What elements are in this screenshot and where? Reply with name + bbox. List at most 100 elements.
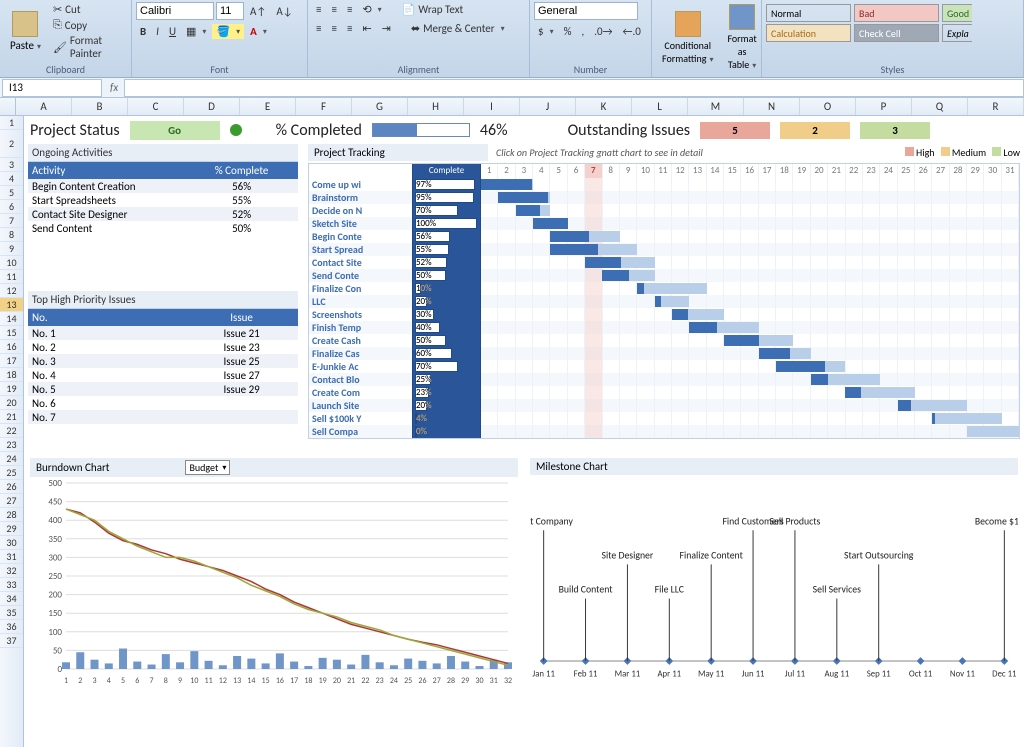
row-header[interactable]: 33 bbox=[0, 578, 23, 592]
row-header[interactable]: 34 bbox=[0, 592, 23, 606]
gantt-chart[interactable]: Complete 1234567891011121314151617181920… bbox=[308, 163, 1020, 439]
orientation-button[interactable]: ⟲ bbox=[358, 2, 385, 17]
col-header[interactable]: M bbox=[688, 98, 744, 115]
row-header[interactable]: 23 bbox=[0, 438, 23, 452]
comma-button[interactable]: , bbox=[577, 24, 588, 39]
col-header[interactable]: N bbox=[744, 98, 800, 115]
col-header[interactable]: L bbox=[632, 98, 688, 115]
shrink-font-button[interactable]: A↓ bbox=[272, 4, 296, 19]
col-header[interactable]: I bbox=[464, 98, 520, 115]
burndown-dropdown[interactable]: Budget bbox=[185, 460, 230, 475]
border-button[interactable]: ▦ bbox=[182, 24, 210, 39]
row-header[interactable]: 20 bbox=[0, 396, 23, 410]
number-format-select[interactable] bbox=[534, 2, 638, 20]
col-header[interactable]: D bbox=[184, 98, 240, 115]
copy-button[interactable]: ⎘Copy bbox=[49, 17, 127, 33]
fx-icon[interactable]: fx bbox=[104, 81, 124, 94]
row-header[interactable]: 22 bbox=[0, 424, 23, 438]
grow-font-button[interactable]: A↑ bbox=[246, 4, 270, 19]
row-header[interactable]: 16 bbox=[0, 340, 23, 354]
col-header[interactable]: H bbox=[408, 98, 464, 115]
inc-indent-button[interactable]: ⇥ bbox=[378, 21, 395, 36]
row-header[interactable]: 9 bbox=[0, 242, 23, 256]
milestone-chart[interactable]: Jan 11Feb 11Mar 11Apr 11May 11Jun 11Jul … bbox=[530, 475, 1018, 685]
col-header[interactable]: E bbox=[240, 98, 296, 115]
row-header[interactable]: 28 bbox=[0, 508, 23, 522]
format-table-button[interactable]: Format as Table bbox=[721, 2, 762, 73]
style-bad[interactable]: Bad bbox=[854, 4, 939, 22]
style-good[interactable]: Good bbox=[942, 4, 972, 22]
row-header[interactable]: 37 bbox=[0, 634, 23, 648]
cut-button[interactable]: ✂Cut bbox=[49, 2, 127, 17]
accounting-button[interactable]: $ bbox=[534, 24, 558, 39]
row-header[interactable]: 30 bbox=[0, 536, 23, 550]
style-normal[interactable]: Normal bbox=[766, 4, 851, 22]
row-header[interactable]: 7 bbox=[0, 214, 23, 228]
row-header[interactable]: 12 bbox=[0, 284, 23, 298]
row-header[interactable]: 25 bbox=[0, 466, 23, 480]
cond-format-button[interactable]: Conditional Formatting bbox=[656, 9, 719, 67]
font-color-button[interactable]: A bbox=[246, 24, 271, 39]
col-header[interactable]: J bbox=[520, 98, 576, 115]
col-header[interactable]: P bbox=[856, 98, 912, 115]
style-calculation[interactable]: Calculation bbox=[766, 24, 851, 42]
row-header[interactable]: 1 bbox=[0, 116, 23, 130]
row-header[interactable]: 6 bbox=[0, 200, 23, 214]
italic-button[interactable]: I bbox=[152, 24, 163, 39]
row-header[interactable]: 35 bbox=[0, 606, 23, 620]
align-mid-button[interactable]: ≡ bbox=[327, 2, 340, 17]
row-header[interactable]: 15 bbox=[0, 326, 23, 340]
row-header[interactable]: 10 bbox=[0, 256, 23, 270]
row-header[interactable]: 14 bbox=[0, 312, 23, 326]
wrap-text-button[interactable]: 📄Wrap Text bbox=[398, 2, 467, 17]
style-check-cell[interactable]: Check Cell bbox=[854, 24, 939, 42]
row-header[interactable]: 36 bbox=[0, 620, 23, 634]
formula-input[interactable] bbox=[124, 79, 1024, 97]
row-header[interactable]: 21 bbox=[0, 410, 23, 424]
row-header[interactable]: 8 bbox=[0, 228, 23, 242]
col-header[interactable]: A bbox=[16, 98, 72, 115]
col-header[interactable]: C bbox=[128, 98, 184, 115]
row-header[interactable]: 4 bbox=[0, 172, 23, 186]
row-header[interactable]: 11 bbox=[0, 270, 23, 284]
worksheet-cells[interactable]: Project Status Go % Completed 46% Outsta… bbox=[24, 116, 1024, 747]
row-header[interactable]: 5 bbox=[0, 186, 23, 200]
col-header[interactable]: R bbox=[968, 98, 1024, 115]
row-header[interactable]: 29 bbox=[0, 522, 23, 536]
align-bot-button[interactable]: ≡ bbox=[343, 2, 356, 17]
row-header[interactable]: 24 bbox=[0, 452, 23, 466]
row-header[interactable]: 19 bbox=[0, 382, 23, 396]
row-header[interactable]: 2 bbox=[0, 130, 23, 158]
bold-button[interactable]: B bbox=[136, 24, 150, 39]
font-name-select[interactable] bbox=[136, 2, 214, 20]
row-header[interactable]: 26 bbox=[0, 480, 23, 494]
row-header[interactable]: 3 bbox=[0, 158, 23, 172]
row-header[interactable]: 18 bbox=[0, 368, 23, 382]
align-top-button[interactable]: ≡ bbox=[312, 2, 325, 17]
paste-button[interactable]: Paste bbox=[4, 9, 47, 54]
font-size-select[interactable] bbox=[216, 2, 244, 20]
underline-button[interactable]: U bbox=[165, 24, 180, 39]
row-header[interactable]: 13 bbox=[0, 298, 23, 312]
align-right-button[interactable]: ≡ bbox=[343, 21, 356, 36]
row-header[interactable]: 32 bbox=[0, 564, 23, 578]
col-header[interactable]: O bbox=[800, 98, 856, 115]
fill-color-button[interactable]: 🪣 bbox=[212, 24, 244, 39]
burndown-chart[interactable]: 0501001502002503003504004505001234567891… bbox=[30, 477, 518, 687]
col-header[interactable]: K bbox=[576, 98, 632, 115]
dec-decimal-button[interactable]: ←.0 bbox=[619, 24, 645, 39]
style-explanatory[interactable]: Expla bbox=[942, 24, 972, 42]
inc-decimal-button[interactable]: .0→ bbox=[590, 24, 616, 39]
row-header[interactable]: 31 bbox=[0, 550, 23, 564]
dec-indent-button[interactable]: ⇤ bbox=[358, 21, 375, 36]
name-box[interactable]: I13 bbox=[2, 79, 102, 97]
row-header[interactable]: 17 bbox=[0, 354, 23, 368]
col-header[interactable]: B bbox=[72, 98, 128, 115]
percent-button[interactable]: % bbox=[560, 24, 576, 39]
col-header[interactable]: G bbox=[352, 98, 408, 115]
align-left-button[interactable]: ≡ bbox=[312, 21, 325, 36]
select-all-corner[interactable] bbox=[0, 98, 16, 115]
align-center-button[interactable]: ≡ bbox=[327, 21, 340, 36]
format-painter-button[interactable]: 🖌Format Painter bbox=[49, 33, 127, 61]
row-header[interactable]: 27 bbox=[0, 494, 23, 508]
